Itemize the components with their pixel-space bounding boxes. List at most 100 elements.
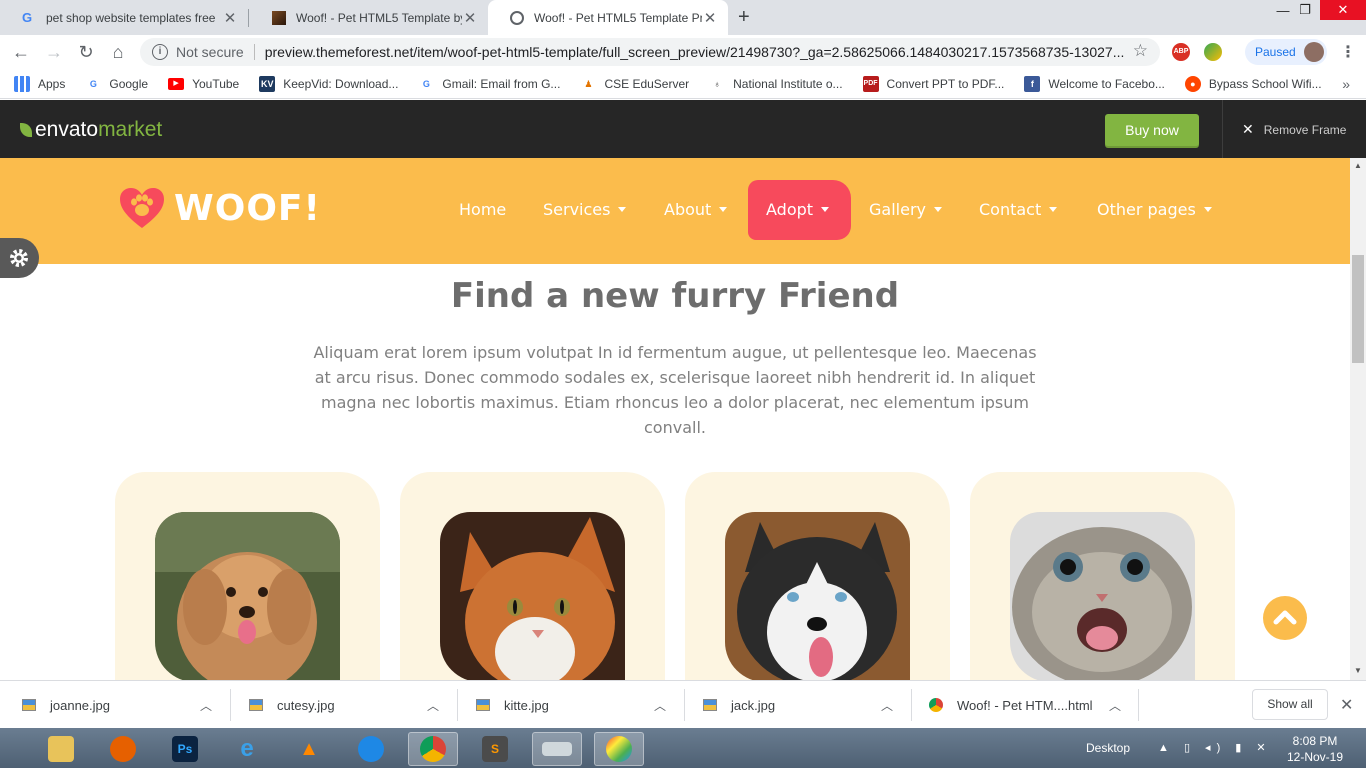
bookmark-label: CSE EduServer (604, 76, 690, 91)
chrome-icon[interactable] (408, 732, 458, 766)
home-icon[interactable]: ⌂ (107, 41, 129, 63)
scrollbar-thumb[interactable] (1352, 255, 1364, 363)
bookmark-youtube[interactable]: ▶ YouTube (168, 77, 239, 91)
forward-icon[interactable]: → (43, 41, 65, 63)
settings-gear-icon[interactable] (0, 238, 39, 278)
page-scrollbar[interactable]: ▲ ▼ (1350, 158, 1366, 680)
show-all-button[interactable]: Show all (1252, 689, 1328, 720)
adblock-icon[interactable]: ABP (1172, 43, 1190, 61)
cat-photo[interactable] (440, 512, 625, 680)
bookmark-cse-eduserver[interactable]: ♟ CSE EduServer (580, 76, 689, 92)
info-icon[interactable]: i (152, 44, 168, 60)
bookmark-bypass-school[interactable]: ● Bypass School Wifi... (1184, 75, 1322, 92)
buy-now-button[interactable]: Buy now (1105, 114, 1199, 146)
image-file-icon (703, 699, 717, 711)
reload-icon[interactable]: ↻ (75, 41, 97, 63)
download-filename: joanne.jpg (50, 697, 110, 713)
vlc-icon[interactable]: ▲ (284, 732, 334, 766)
chevron-up-icon[interactable]: ︿ (1109, 697, 1121, 714)
close-icon[interactable]: ✕ (1340, 695, 1353, 715)
nav-services[interactable]: Services (543, 200, 627, 219)
browser-tab-strip: G pet shop website templates free ✕ Woof… (0, 0, 1366, 35)
remove-frame-link[interactable]: ✕ Remove Frame (1242, 121, 1346, 138)
bookmark-star-icon[interactable]: ☆ (1133, 41, 1148, 61)
window-close-icon[interactable]: ✕ (1320, 0, 1366, 20)
security-label: Not secure (176, 44, 244, 60)
system-tray[interactable]: ▲ ▯ ◂) ▮ ✕ (1158, 741, 1272, 754)
photoshop-icon[interactable]: Ps (160, 732, 210, 766)
tab-search-results[interactable]: G pet shop website templates free ✕ (0, 0, 248, 35)
tab-close-icon[interactable]: ✕ (462, 9, 478, 27)
menu-kebab-icon[interactable]: ⋮ (1340, 42, 1356, 62)
tab-label: pet shop website templates free (46, 10, 216, 25)
profile-button[interactable]: Paused (1245, 39, 1327, 65)
sublime-text-icon[interactable]: S (470, 732, 520, 766)
download-item[interactable]: jack.jpg ︿ (703, 681, 903, 729)
nav-gallery[interactable]: Gallery (869, 200, 942, 219)
bookmark-gmail[interactable]: G Gmail: Email from G... (418, 76, 561, 92)
download-item[interactable]: Woof! - Pet HTM....html ︿ (929, 681, 1134, 729)
bookmarks-overflow-icon[interactable]: » (1342, 76, 1350, 92)
nav-home[interactable]: Home (459, 200, 506, 219)
url-text[interactable]: preview.themeforest.net/item/woof-pet-ht… (265, 44, 1145, 60)
bookmark-label: Welcome to Facebo... (1048, 76, 1165, 91)
tab-close-icon[interactable]: ✕ (222, 9, 238, 27)
new-tab-icon[interactable]: + (738, 6, 750, 29)
pet-card[interactable] (115, 472, 380, 680)
close-icon: ✕ (1242, 121, 1254, 137)
bookmark-national-institute[interactable]: ♁ National Institute o... (709, 76, 843, 92)
brand-name: WOOF! (174, 187, 321, 229)
pet-card[interactable] (685, 472, 950, 680)
tab-close-icon[interactable]: ✕ (702, 9, 718, 27)
chevron-up-icon[interactable]: ︿ (654, 697, 666, 714)
envato-logo[interactable]: envato market (20, 118, 162, 142)
desktop-toolbar-label[interactable]: Desktop (1086, 741, 1130, 755)
nav-about[interactable]: About (664, 200, 728, 219)
scroll-to-top-button[interactable] (1263, 596, 1307, 640)
husky-photo[interactable] (725, 512, 910, 680)
wifi-hotspot-icon[interactable] (346, 732, 396, 766)
youtube-icon: ▶ (168, 77, 185, 90)
pet-card[interactable] (400, 472, 665, 680)
nav-adopt[interactable]: Adopt (766, 200, 830, 219)
internet-explorer-icon[interactable]: e (222, 732, 272, 766)
scroll-down-arrow-icon[interactable]: ▼ (1354, 666, 1362, 675)
paint-icon[interactable] (594, 732, 644, 766)
nav-contact[interactable]: Contact (979, 200, 1058, 219)
restore-icon[interactable]: ❐ (1286, 0, 1324, 20)
chevron-up-icon[interactable]: ︿ (427, 697, 439, 714)
bookmark-google[interactable]: G Google (85, 76, 148, 92)
bookmark-facebook[interactable]: f Welcome to Facebo... (1024, 75, 1165, 92)
system-clock[interactable]: 8:08 PM 12-Nov-19 (1282, 733, 1348, 765)
back-icon[interactable]: ← (10, 41, 32, 63)
site-header: WOOF! Home Services About Adopt Gallery … (0, 158, 1350, 264)
site-logo[interactable]: WOOF! (118, 186, 321, 230)
poodle-photo[interactable] (155, 512, 340, 680)
nav-other-pages[interactable]: Other pages (1097, 200, 1212, 219)
kitten-photo[interactable] (1010, 512, 1195, 680)
envato-logo-text: envato (35, 118, 99, 141)
firefox-icon[interactable] (98, 732, 148, 766)
download-item[interactable]: kitte.jpg ︿ (476, 681, 676, 729)
google-icon: G (22, 9, 33, 25)
tab-woof-item[interactable]: Woof! - Pet HTML5 Template by ✕ (250, 0, 488, 35)
chevron-up-icon[interactable]: ︿ (881, 697, 893, 714)
caret-down-icon (1203, 207, 1212, 212)
download-item[interactable]: joanne.jpg ︿ (22, 681, 222, 729)
bookmark-keepvid[interactable]: KV KeepVid: Download... (259, 75, 398, 92)
scroll-up-arrow-icon[interactable]: ▲ (1354, 161, 1362, 170)
tab-woof-preview[interactable]: Woof! - Pet HTML5 Template Pre ✕ (488, 0, 728, 35)
windows-taskbar: Ps e ▲ S Desktop ▲ ▯ ◂) ▮ ✕ 8:08 PM 12-N… (0, 728, 1366, 768)
pet-card[interactable] (970, 472, 1235, 680)
bookmark-convert-ppt[interactable]: PDF Convert PPT to PDF... (862, 75, 1004, 92)
chevron-up-icon[interactable]: ︿ (200, 697, 212, 714)
download-item[interactable]: cutesy.jpg ︿ (249, 681, 449, 729)
google-icon: G (422, 78, 430, 89)
address-bar[interactable]: i Not secure preview.themeforest.net/ite… (140, 38, 1160, 66)
bookmark-apps[interactable]: Apps (14, 75, 66, 92)
bookmark-label: Apps (38, 76, 66, 91)
envato-bar: envato market Buy now ✕ Remove Frame (0, 100, 1366, 158)
keyboard-icon[interactable] (532, 732, 582, 766)
extension-icon[interactable] (1204, 43, 1222, 61)
file-explorer-icon[interactable] (36, 732, 86, 766)
